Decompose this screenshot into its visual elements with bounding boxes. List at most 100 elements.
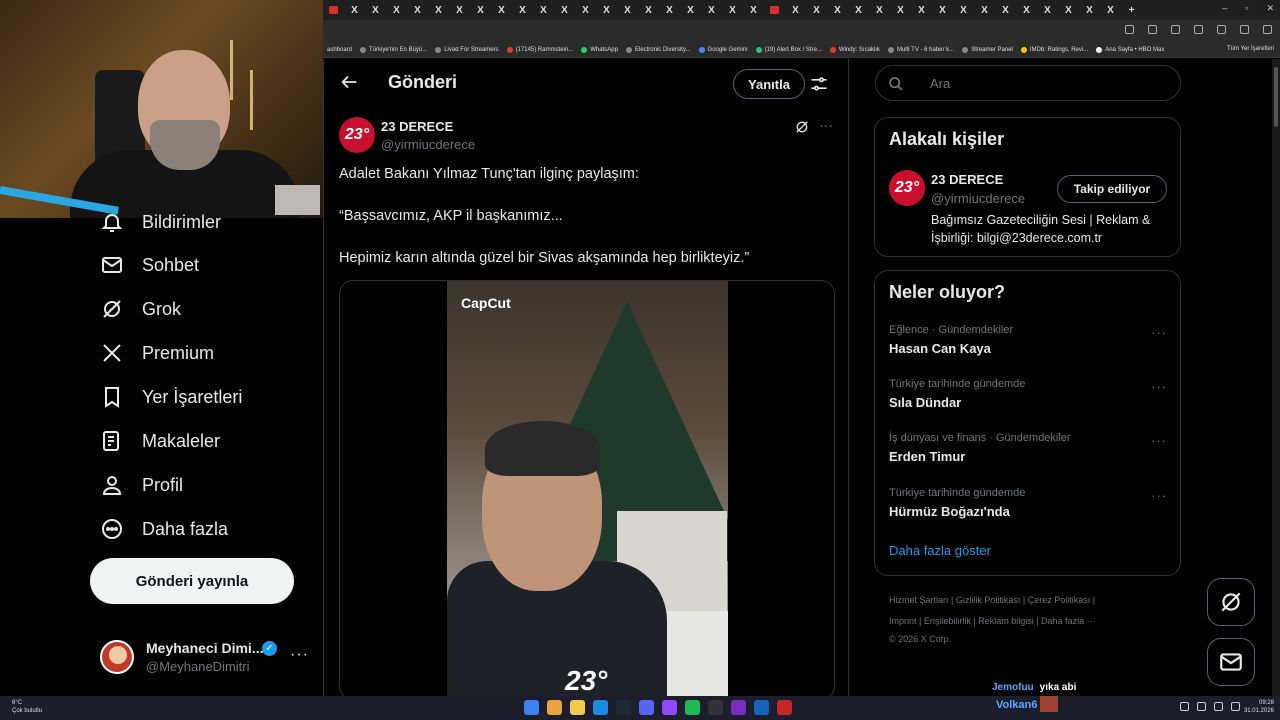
browser-tab[interactable]: X [1100, 0, 1121, 20]
extensions-icon[interactable] [1194, 25, 1203, 34]
related-avatar[interactable]: 23° [889, 170, 925, 206]
account-switcher[interactable]: Meyhaneci Dimi... ✓ @MeyhaneDimitri ··· [100, 638, 310, 678]
bookmark[interactable]: Google Gemini [695, 46, 752, 53]
video-player[interactable]: CapCut 23° [447, 281, 728, 696]
maximize-button[interactable]: ▫ [1245, 3, 1248, 14]
steam-icon[interactable] [616, 700, 631, 715]
browser-tab[interactable]: X [1016, 0, 1037, 20]
spotify-icon[interactable] [685, 700, 700, 715]
weather-widget[interactable]: 6°C Çok bulutlu [12, 699, 42, 715]
browser-tab[interactable]: X [785, 0, 806, 20]
browser-tab[interactable]: X [554, 0, 575, 20]
chrome-icon[interactable] [547, 700, 562, 715]
browser-tab[interactable]: X [680, 0, 701, 20]
nav-chat[interactable]: Sohbet [100, 249, 199, 281]
scrollbar-thumb[interactable] [1274, 67, 1278, 127]
browser-tab[interactable]: X [386, 0, 407, 20]
downloads-icon[interactable] [1217, 25, 1226, 34]
related-name[interactable]: 23 DERECE [931, 172, 1003, 187]
browser-tab[interactable]: X [491, 0, 512, 20]
nav-more[interactable]: Daha fazla [100, 513, 228, 545]
tweet-author[interactable]: 23 DERECE [381, 119, 453, 134]
bookmark[interactable]: Streamer Panel [958, 46, 1017, 53]
browser-tab[interactable] [323, 0, 344, 20]
bookmark[interactable]: ashboard [323, 47, 356, 53]
bookmark[interactable]: WhatsApp [577, 46, 622, 53]
browser-tab[interactable]: X [806, 0, 827, 20]
bookmark[interactable]: Multi TV - 6 haber k... [884, 46, 958, 53]
new-tab-button[interactable]: + [1121, 0, 1142, 20]
discord-icon[interactable] [639, 700, 654, 715]
trend-name[interactable]: Sıla Dündar [889, 395, 961, 410]
app-icon[interactable] [708, 700, 723, 715]
trend-more-icon[interactable]: ··· [1151, 488, 1167, 503]
folder-icon[interactable] [570, 700, 585, 715]
star-icon[interactable] [1171, 25, 1180, 34]
browser-tab[interactable]: X [848, 0, 869, 20]
footer-links[interactable]: Hizmet Şartları | Gizlilik Politikası | … [889, 595, 1095, 605]
trend-name[interactable]: Hürmüz Boğazı'nda [889, 504, 1010, 519]
browser-tab[interactable]: X [1058, 0, 1079, 20]
browser-tab[interactable]: X [449, 0, 470, 20]
mic-icon[interactable] [1197, 702, 1206, 711]
grok-fab[interactable] [1207, 578, 1255, 626]
tweet-handle[interactable]: @yirmiucderece [381, 137, 475, 152]
chevron-up-icon[interactable] [1180, 702, 1189, 711]
browser-tab[interactable]: X [932, 0, 953, 20]
trend-name[interactable]: Hasan Can Kaya [889, 341, 991, 356]
zoom-icon[interactable] [1125, 25, 1134, 34]
trend-more-icon[interactable]: ··· [1151, 433, 1167, 448]
minimize-button[interactable]: – [1222, 3, 1227, 14]
browser-tab[interactable]: X [869, 0, 890, 20]
browser-tab[interactable]: X [701, 0, 722, 20]
profile-icon[interactable] [1240, 25, 1249, 34]
trend-more-icon[interactable]: ··· [1151, 379, 1167, 394]
all-bookmarks-folder[interactable]: Tüm Yer İşaretleri [1227, 46, 1274, 52]
browser-tab[interactable]: X [890, 0, 911, 20]
browser-tab[interactable]: X [953, 0, 974, 20]
volume-icon[interactable] [1231, 702, 1240, 711]
account-more-icon[interactable]: ··· [290, 646, 309, 664]
nav-profile[interactable]: Profil [100, 469, 183, 501]
browser-tab[interactable]: X [1079, 0, 1100, 20]
browser-tab[interactable]: X [659, 0, 680, 20]
nav-premium[interactable]: Premium [100, 337, 214, 369]
show-more-link[interactable]: Daha fazla göster [889, 543, 991, 558]
cast-icon[interactable] [1148, 25, 1157, 34]
browser-tab[interactable]: X [638, 0, 659, 20]
related-handle[interactable]: @yirmiucderece [931, 191, 1025, 206]
bookmark[interactable]: Windy: Sıcaklık [826, 46, 884, 53]
bookmark[interactable]: Livad For Streamers [431, 46, 502, 53]
sliders-icon[interactable] [809, 74, 829, 94]
bookmark[interactable]: IMDb: Ratings, Revi... [1017, 46, 1092, 53]
network-icon[interactable] [1214, 702, 1223, 711]
nav-articles[interactable]: Makaleler [100, 425, 220, 457]
tweet-avatar[interactable]: 23° [339, 117, 375, 153]
app-icon[interactable] [777, 700, 792, 715]
following-button[interactable]: Takip ediliyor [1057, 175, 1167, 203]
grok-icon[interactable] [794, 119, 810, 135]
back-arrow-icon[interactable] [338, 71, 360, 93]
browser-tab[interactable]: X [743, 0, 764, 20]
bookmark[interactable]: Ana Sayfa • HBO Max [1092, 46, 1168, 53]
browser-tab[interactable]: X [344, 0, 365, 20]
bookmark[interactable]: (19) Alert Box / Stre... [752, 46, 826, 53]
start-icon[interactable] [524, 700, 539, 715]
trend-name[interactable]: Erden Timur [889, 449, 965, 464]
browser-tab[interactable]: X [827, 0, 848, 20]
browser-tab[interactable] [764, 0, 785, 20]
browser-tab[interactable]: X [911, 0, 932, 20]
nav-notifications[interactable]: Bildirimler [100, 206, 221, 238]
reply-button[interactable]: Yanıtla [733, 69, 805, 99]
browser-tab[interactable]: X [428, 0, 449, 20]
messages-fab[interactable] [1207, 638, 1255, 686]
browser-tab[interactable]: X [722, 0, 743, 20]
app-icon[interactable] [593, 700, 608, 715]
browser-tab[interactable]: X [533, 0, 554, 20]
tweet-more-icon[interactable]: ··· [819, 117, 833, 133]
browser-tab[interactable]: X [1037, 0, 1058, 20]
browser-tab[interactable]: X [974, 0, 995, 20]
search-input[interactable]: Ara [875, 65, 1181, 101]
browser-tab[interactable]: X [407, 0, 428, 20]
app-icon[interactable] [754, 700, 769, 715]
